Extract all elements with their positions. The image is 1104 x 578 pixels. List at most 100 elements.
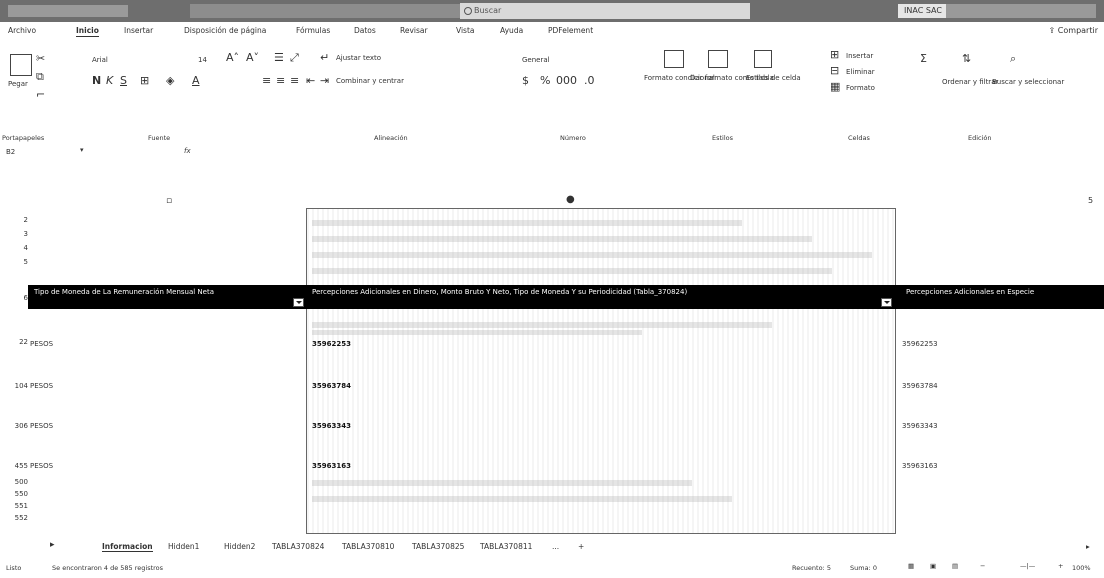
wrap-icon[interactable]: ↵: [320, 51, 329, 64]
align-right-icon[interactable]: ≡: [290, 74, 299, 87]
row-number[interactable]: 3: [0, 230, 28, 238]
paste-button[interactable]: Pegar: [8, 80, 28, 88]
zoom-in-icon[interactable]: +: [1058, 562, 1063, 570]
italic-icon[interactable]: K: [106, 74, 113, 87]
wrap-text-button[interactable]: Ajustar texto: [336, 54, 381, 62]
align-center-icon[interactable]: ≡: [276, 74, 285, 87]
cell-table-id[interactable]: 35963784: [312, 382, 351, 390]
cell-styles-icon[interactable]: [754, 50, 772, 68]
copy-icon[interactable]: ⧉: [36, 70, 44, 84]
page-break-icon[interactable]: ▤: [952, 562, 958, 570]
more-tabs[interactable]: ...: [552, 542, 559, 551]
normal-view-icon[interactable]: ▦: [908, 562, 914, 570]
delete-button[interactable]: Eliminar: [846, 68, 875, 76]
number-format-select[interactable]: General: [522, 56, 550, 64]
fx-icon[interactable]: fx: [184, 147, 191, 155]
find-select-button[interactable]: Buscar y seleccionar: [992, 78, 1064, 86]
currency-icon[interactable]: $: [522, 74, 529, 87]
cell-currency[interactable]: PESOS: [30, 340, 53, 348]
add-sheet-icon[interactable]: +: [578, 542, 584, 551]
menu-formulas[interactable]: Fórmulas: [296, 26, 330, 35]
thousands-icon[interactable]: 000: [556, 74, 577, 87]
borders-icon[interactable]: ⊞: [140, 74, 149, 87]
format-cells-icon[interactable]: ▦: [830, 80, 840, 93]
tab-tabla370811[interactable]: TABLA370811: [480, 542, 532, 551]
row-number[interactable]: 306: [0, 422, 28, 430]
quick-access-toolbar[interactable]: [8, 5, 128, 17]
menu-disposicion[interactable]: Disposición de página: [184, 26, 266, 35]
percent-icon[interactable]: %: [540, 74, 550, 87]
cell-table-id[interactable]: 35962253: [312, 340, 351, 348]
bold-icon[interactable]: N: [92, 74, 101, 87]
outdent-icon[interactable]: ⇥: [320, 74, 329, 87]
autosum-icon[interactable]: Σ: [920, 52, 927, 65]
user-badge[interactable]: INAC SAC: [898, 4, 948, 18]
cell-currency[interactable]: PESOS: [30, 462, 53, 470]
cut-icon[interactable]: ✂: [36, 52, 45, 65]
tab-tabla370825[interactable]: TABLA370825: [412, 542, 464, 551]
zoom-level[interactable]: 100%: [1072, 564, 1091, 572]
tab-hidden2[interactable]: Hidden2: [224, 542, 255, 551]
sort-filter-button[interactable]: Ordenar y filtrar: [942, 78, 998, 86]
name-box[interactable]: B2: [6, 148, 15, 156]
column-header[interactable]: Tipo de Moneda de La Remuneración Mensua…: [28, 285, 306, 309]
filter-dropdown-icon[interactable]: [293, 298, 304, 307]
insert-button[interactable]: Insertar: [846, 52, 873, 60]
menu-archivo[interactable]: Archivo: [8, 26, 36, 35]
cell-table-id[interactable]: 35963343: [312, 422, 351, 430]
find-select-icon[interactable]: ⌕: [1010, 52, 1016, 66]
align-top-icon[interactable]: ☰: [274, 51, 284, 64]
name-box-dropdown-icon[interactable]: ▾: [80, 146, 84, 154]
format-painter-icon[interactable]: ⌐: [36, 88, 45, 101]
menu-insertar[interactable]: Insertar: [124, 26, 153, 35]
row-number[interactable]: 6: [0, 294, 28, 302]
underline-icon[interactable]: S: [120, 74, 127, 87]
filter-dropdown-icon[interactable]: [881, 298, 892, 307]
window-controls[interactable]: [946, 4, 1096, 18]
menu-ayuda[interactable]: Ayuda: [500, 26, 523, 35]
scroll-right-icon[interactable]: ▸: [1086, 542, 1090, 551]
sort-filter-icon[interactable]: ⇅: [962, 52, 971, 65]
cell-table-id[interactable]: 35963784: [902, 382, 938, 390]
tab-hidden1[interactable]: Hidden1: [168, 542, 199, 551]
row-number[interactable]: 2: [0, 216, 28, 224]
row-number[interactable]: 104: [0, 382, 28, 390]
search-box[interactable]: Buscar: [460, 3, 750, 19]
column-header[interactable]: Percepciones Adicionales en Dinero, Mont…: [306, 285, 896, 309]
font-color-icon[interactable]: A: [192, 74, 200, 87]
worksheet[interactable]: ▫ ● 5 2 3 4 5 6 22 104 306 455 500 550 5…: [0, 160, 1104, 536]
row-number[interactable]: 455: [0, 462, 28, 470]
table-format-icon[interactable]: [708, 50, 728, 68]
insert-cells-icon[interactable]: ⊞: [830, 48, 839, 61]
cell-table-id[interactable]: 35963343: [902, 422, 938, 430]
cell-table-id[interactable]: 35963163: [902, 462, 938, 470]
row-number[interactable]: 552: [0, 514, 28, 522]
tab-tabla370824[interactable]: TABLA370824: [272, 542, 324, 551]
grow-font-icon[interactable]: A˄: [226, 51, 239, 64]
cell-currency[interactable]: PESOS: [30, 422, 53, 430]
row-number[interactable]: 5: [0, 258, 28, 266]
row-number[interactable]: 4: [0, 244, 28, 252]
fill-color-icon[interactable]: ◈: [166, 74, 174, 87]
tab-informacion[interactable]: Informacion: [102, 542, 153, 552]
delete-cells-icon[interactable]: ⊟: [830, 64, 839, 77]
share-button[interactable]: ⇪ Compartir: [1049, 26, 1098, 35]
merge-center-button[interactable]: Combinar y centrar: [336, 77, 404, 85]
column-header[interactable]: Percepciones Adicionales en Especie: [900, 285, 1104, 309]
cell-table-id[interactable]: 35962253: [902, 340, 938, 348]
prev-sheet-icon[interactable]: ▸: [50, 540, 55, 550]
conditional-format-icon[interactable]: [664, 50, 684, 68]
align-left-icon[interactable]: ≡: [262, 74, 271, 87]
zoom-out-icon[interactable]: −: [980, 562, 985, 570]
zoom-slider[interactable]: —|—: [1020, 562, 1035, 570]
row-number[interactable]: 22: [0, 338, 28, 346]
menu-vista[interactable]: Vista: [456, 26, 475, 35]
row-number[interactable]: 550: [0, 490, 28, 498]
font-size-select[interactable]: 14: [198, 56, 207, 64]
decimal-icon[interactable]: .0: [584, 74, 595, 87]
indent-icon[interactable]: ⇤: [306, 74, 315, 87]
menu-pdfelement[interactable]: PDFelement: [548, 26, 593, 35]
shrink-font-icon[interactable]: A˅: [246, 51, 259, 64]
row-number[interactable]: 500: [0, 478, 28, 486]
menu-datos[interactable]: Datos: [354, 26, 376, 35]
